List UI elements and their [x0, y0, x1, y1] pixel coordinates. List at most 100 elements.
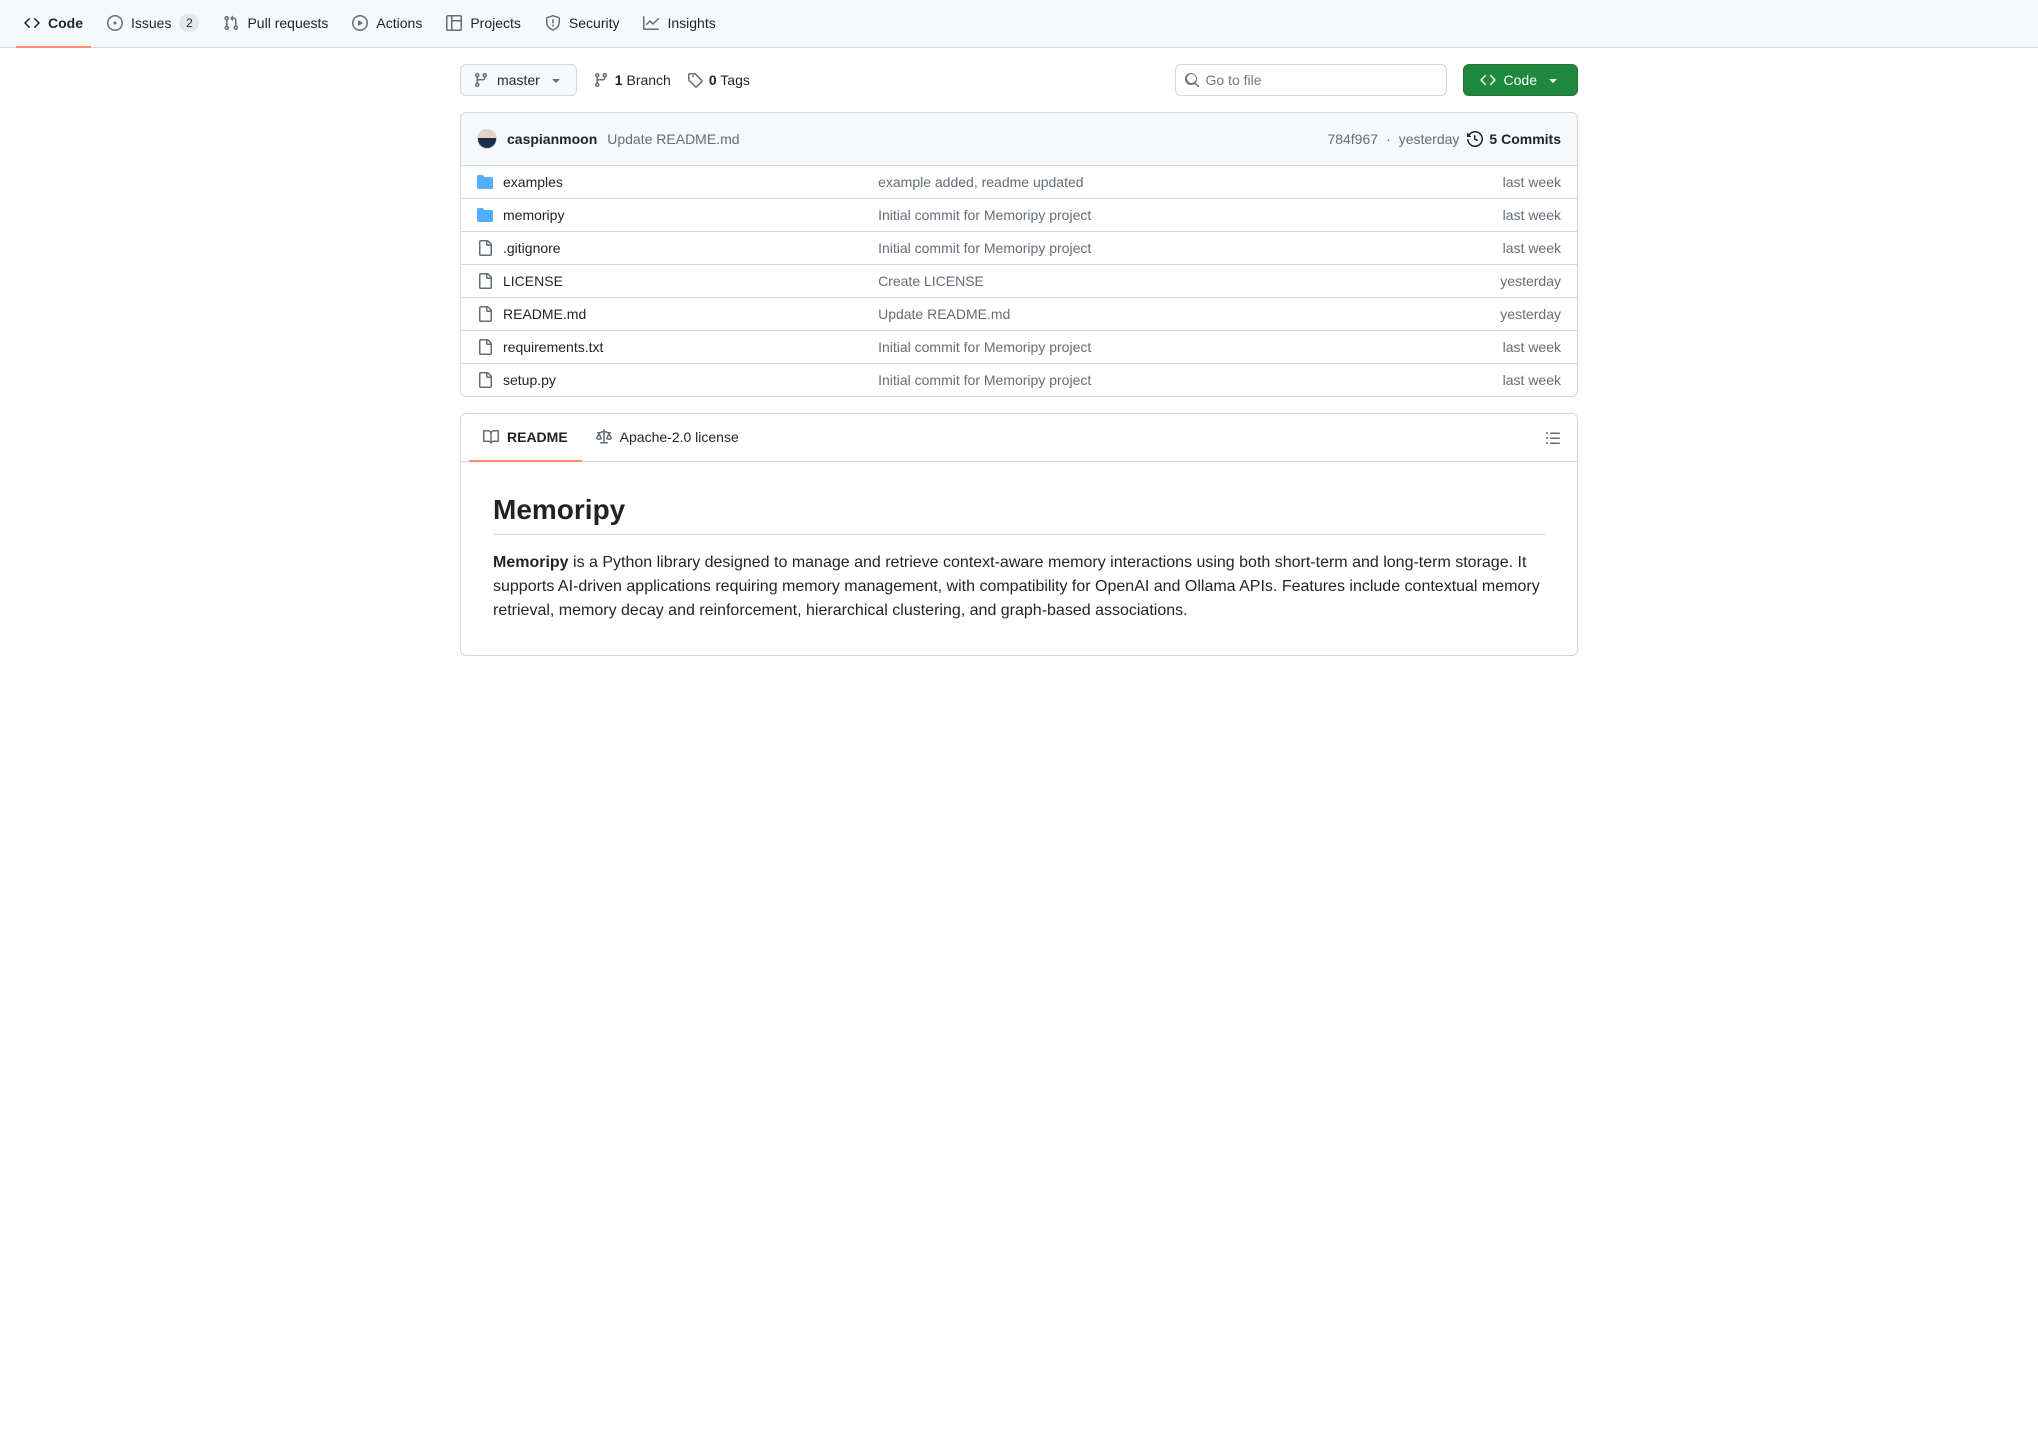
- issue-icon: [107, 15, 123, 31]
- shield-icon: [545, 15, 561, 31]
- file-listing: caspianmoon Update README.md 784f967 · y…: [460, 112, 1578, 397]
- commit-author[interactable]: caspianmoon: [507, 131, 597, 147]
- file-row: requirements.txt Initial commit for Memor…: [461, 331, 1577, 364]
- repo-nav: Code Issues 2 Pull requests Actions Proj…: [0, 0, 2038, 48]
- go-to-file-search[interactable]: [1175, 64, 1447, 96]
- tab-projects-label: Projects: [470, 15, 521, 31]
- tab-insights[interactable]: Insights: [635, 0, 723, 48]
- file-time: yesterday: [1500, 273, 1561, 289]
- file-name-link[interactable]: memoripy: [503, 207, 564, 223]
- commit-sha[interactable]: 784f967: [1327, 131, 1378, 147]
- code-dropdown-label: Code: [1504, 72, 1537, 88]
- file-commit-msg[interactable]: Initial commit for Memoripy project: [878, 339, 1091, 355]
- folder-icon: [477, 207, 493, 223]
- code-dropdown-button[interactable]: Code: [1463, 64, 1578, 96]
- tab-actions-label: Actions: [376, 15, 422, 31]
- file-commit-msg[interactable]: Initial commit for Memoripy project: [878, 240, 1091, 256]
- file-time: last week: [1503, 240, 1561, 256]
- table-icon: [446, 15, 462, 31]
- tab-code-label: Code: [48, 15, 83, 31]
- file-commit-msg[interactable]: Update README.md: [878, 306, 1010, 322]
- file-name-link[interactable]: setup.py: [503, 372, 556, 388]
- file-commit-msg[interactable]: Initial commit for Memoripy project: [878, 372, 1091, 388]
- search-icon: [1184, 72, 1200, 88]
- tag-icon: [687, 72, 703, 88]
- file-time: last week: [1503, 372, 1561, 388]
- commits-history-link[interactable]: 5 Commits: [1467, 131, 1561, 147]
- repo-toolbar: master 1 Branch 0 Tags Code: [460, 64, 1578, 96]
- file-commit-msg[interactable]: Create LICENSE: [878, 273, 984, 289]
- play-icon: [352, 15, 368, 31]
- caret-down-icon: [1545, 72, 1561, 88]
- branch-info: 1 Branch 0 Tags: [593, 72, 750, 88]
- file-name-link[interactable]: .gitignore: [503, 240, 561, 256]
- tag-count: 0: [709, 72, 717, 88]
- file-name-link[interactable]: README.md: [503, 306, 586, 322]
- outline-button[interactable]: [1537, 422, 1569, 454]
- readme-content: Memoripy Memoripy is a Python library de…: [461, 462, 1577, 655]
- tab-issues[interactable]: Issues 2: [99, 0, 207, 48]
- file-time: last week: [1503, 174, 1561, 190]
- file-row: LICENSE Create LICENSE yesterday: [461, 265, 1577, 298]
- file-time: last week: [1503, 207, 1561, 223]
- tab-pulls[interactable]: Pull requests: [215, 0, 336, 48]
- file-commit-msg[interactable]: Initial commit for Memoripy project: [878, 207, 1091, 223]
- tab-pulls-label: Pull requests: [247, 15, 328, 31]
- readme-body-strong: Memoripy: [493, 554, 569, 571]
- readme-title: Memoripy: [493, 494, 1545, 535]
- law-icon: [596, 429, 612, 445]
- tab-license[interactable]: Apache-2.0 license: [582, 414, 753, 462]
- book-icon: [483, 429, 499, 445]
- commit-message[interactable]: Update README.md: [607, 131, 739, 147]
- go-to-file-input[interactable]: [1200, 72, 1438, 88]
- branch-switcher-button[interactable]: master: [460, 64, 577, 96]
- issues-counter: 2: [179, 14, 199, 32]
- readme-tabs: README Apache-2.0 license: [461, 414, 1577, 462]
- file-row: memoripy Initial commit for Memoripy proj…: [461, 199, 1577, 232]
- tab-insights-label: Insights: [667, 15, 715, 31]
- tab-code[interactable]: Code: [16, 0, 91, 48]
- tab-security-label: Security: [569, 15, 620, 31]
- file-row: README.md Update README.md yesterday: [461, 298, 1577, 331]
- list-icon: [1545, 430, 1561, 446]
- readme-panel: README Apache-2.0 license Memoripy Memor…: [460, 413, 1578, 656]
- tab-issues-label: Issues: [131, 15, 171, 31]
- latest-commit-bar: caspianmoon Update README.md 784f967 · y…: [461, 113, 1577, 166]
- code-icon: [1480, 72, 1496, 88]
- file-row: setup.py Initial commit for Memoripy proj…: [461, 364, 1577, 396]
- file-icon: [477, 273, 493, 289]
- tab-actions[interactable]: Actions: [344, 0, 430, 48]
- readme-body-text: is a Python library designed to manage a…: [493, 554, 1540, 619]
- file-icon: [477, 339, 493, 355]
- file-commit-msg[interactable]: example added, readme updated: [878, 174, 1083, 190]
- file-name-link[interactable]: requirements.txt: [503, 339, 603, 355]
- branches-link[interactable]: 1 Branch: [593, 72, 671, 88]
- file-row: .gitignore Initial commit for Memoripy pr…: [461, 232, 1577, 265]
- readme-body: Memoripy is a Python library designed to…: [493, 551, 1545, 623]
- file-name-link[interactable]: examples: [503, 174, 563, 190]
- tab-projects[interactable]: Projects: [438, 0, 529, 48]
- history-icon: [1467, 131, 1483, 147]
- caret-down-icon: [548, 72, 564, 88]
- tab-security[interactable]: Security: [537, 0, 628, 48]
- code-icon: [24, 15, 40, 31]
- git-branch-icon: [473, 72, 489, 88]
- tab-readme-label: README: [507, 429, 568, 445]
- current-branch-label: master: [497, 72, 540, 88]
- branch-count-label: Branch: [626, 72, 670, 88]
- commit-when[interactable]: yesterday: [1399, 131, 1460, 147]
- commits-count: 5 Commits: [1489, 131, 1561, 147]
- file-name-link[interactable]: LICENSE: [503, 273, 563, 289]
- pull-request-icon: [223, 15, 239, 31]
- graph-icon: [643, 15, 659, 31]
- branch-count: 1: [615, 72, 623, 88]
- tags-link[interactable]: 0 Tags: [687, 72, 750, 88]
- commit-sep: ·: [1386, 131, 1391, 147]
- file-icon: [477, 240, 493, 256]
- file-icon: [477, 372, 493, 388]
- tab-readme[interactable]: README: [469, 414, 582, 462]
- folder-icon: [477, 174, 493, 190]
- tag-count-label: Tags: [720, 72, 750, 88]
- file-time: yesterday: [1500, 306, 1561, 322]
- avatar[interactable]: [477, 129, 497, 149]
